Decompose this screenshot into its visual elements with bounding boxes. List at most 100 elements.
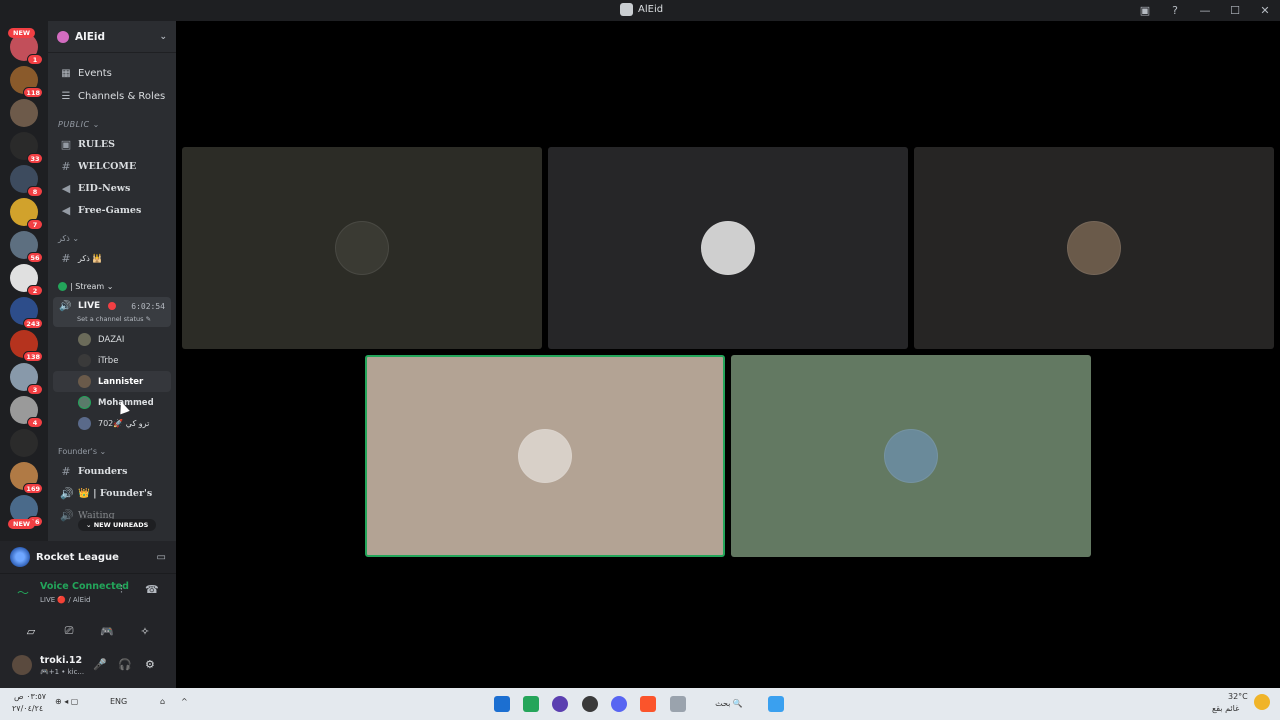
settings-gear-icon[interactable]: ⚙ bbox=[145, 658, 155, 671]
weather-desc[interactable]: غائم بقع bbox=[1212, 704, 1239, 713]
network-icon[interactable]: ⌂ bbox=[160, 697, 165, 706]
voice-member-active[interactable]: Lannister bbox=[53, 371, 171, 392]
language-indicator[interactable]: ENG bbox=[110, 697, 127, 706]
server-icon[interactable]: 33 bbox=[10, 132, 43, 164]
voice-status[interactable]: Voice Connected bbox=[40, 581, 129, 592]
category-stream-label: | Stream ⌄ bbox=[70, 281, 114, 291]
steam-icon[interactable] bbox=[582, 696, 598, 712]
signal-icon[interactable]: 〜 bbox=[17, 584, 29, 601]
avatar bbox=[1067, 221, 1121, 275]
server-icon[interactable]: 243 bbox=[10, 297, 43, 329]
avatar bbox=[701, 221, 755, 275]
activity-row[interactable]: Rocket League ▭ bbox=[0, 541, 176, 574]
weather-temp[interactable]: 32°C bbox=[1228, 692, 1248, 701]
voice-channel-info[interactable]: LIVE 🔴 / AlEid bbox=[40, 596, 90, 604]
voice-channel-live[interactable]: 🔊 LIVE 6:02:54 Set a channel status ✎ bbox=[53, 297, 171, 327]
server-icon[interactable]: 138 bbox=[10, 330, 43, 362]
channel-free-games[interactable]: ◀ Free-Games bbox=[48, 199, 176, 221]
taskbar-search[interactable]: بحث 🔍 bbox=[698, 696, 760, 712]
new-badge-bottom[interactable]: NEW bbox=[8, 519, 36, 529]
nav-channels-roles[interactable]: ☰ Channels & Roles bbox=[48, 85, 176, 107]
live-timer: 6:02:54 bbox=[131, 302, 165, 311]
server-icon[interactable] bbox=[10, 99, 38, 127]
unread-badge: 1 bbox=[27, 54, 43, 65]
voice-connection: 〜 Voice Connected LIVE 🔴 / AlEid ⫶ ☎ bbox=[0, 574, 176, 616]
brave-browser-icon[interactable] bbox=[640, 696, 656, 712]
unread-badge: 4 bbox=[27, 417, 43, 428]
channel-dhikr[interactable]: # ذكر 🕌 bbox=[48, 247, 176, 269]
participant-tile-speaking[interactable] bbox=[365, 355, 725, 557]
participant-tile[interactable] bbox=[182, 147, 542, 349]
server-icon[interactable]: 4 bbox=[10, 396, 43, 428]
task-view-icon[interactable] bbox=[670, 696, 686, 712]
close-button[interactable]: ✕ bbox=[1250, 4, 1280, 17]
participant-tile[interactable] bbox=[731, 355, 1091, 557]
camera-off-icon[interactable]: ▱ bbox=[18, 625, 44, 638]
minimize-button[interactable]: — bbox=[1190, 4, 1220, 17]
server-icon[interactable]: 56 bbox=[10, 231, 43, 263]
channel-founders[interactable]: # Founders bbox=[48, 460, 176, 482]
share-screen-icon[interactable]: ⎚ bbox=[56, 624, 82, 638]
category-founders[interactable]: Founder's ⌄ bbox=[48, 442, 176, 460]
nav-events[interactable]: ▦ Events bbox=[48, 62, 176, 84]
server-icon[interactable] bbox=[10, 429, 38, 457]
voice-member[interactable]: iTrbe bbox=[48, 350, 176, 371]
app-icon[interactable] bbox=[552, 696, 568, 712]
channel-rules[interactable]: ▣ RULES bbox=[48, 133, 176, 155]
rocket-league-icon bbox=[10, 547, 30, 567]
server-icon[interactable]: 3 bbox=[10, 363, 43, 395]
file-explorer-icon[interactable] bbox=[494, 696, 510, 712]
new-badge-top[interactable]: NEW bbox=[8, 28, 36, 38]
microphone-icon[interactable]: 🎤 bbox=[93, 658, 107, 671]
unread-badge: 7 bbox=[27, 219, 43, 230]
category-public[interactable]: PUBLIC ⌄ bbox=[48, 115, 176, 133]
participant-tile[interactable] bbox=[914, 147, 1274, 349]
activity-icon[interactable]: 🎮 bbox=[94, 625, 120, 638]
channel-eid-news[interactable]: ◀ EID-News bbox=[48, 177, 176, 199]
category-stream[interactable]: | Stream ⌄ bbox=[48, 277, 176, 295]
headphones-icon[interactable]: 🎧 bbox=[118, 658, 132, 671]
weather-icon[interactable] bbox=[1254, 694, 1270, 710]
member-name: DAZAI bbox=[98, 334, 125, 345]
guild-header[interactable]: AlEid ⌄ bbox=[48, 21, 176, 53]
voice-member[interactable]: ترو كي 🚀702 bbox=[48, 413, 176, 434]
maximize-button[interactable]: ☐ bbox=[1220, 4, 1250, 17]
noise-suppression-icon[interactable]: ⫶ bbox=[120, 583, 123, 597]
new-unreads-pill[interactable]: ⌄ NEW UNREADS bbox=[78, 519, 157, 531]
taskbar: ٠٣:٥٧ ص ٢٧/٠٤/٢٤ ⊕ ◂ ▢ ENG ⌂ ^ بحث 🔍 32°… bbox=[0, 688, 1280, 720]
avatar[interactable] bbox=[12, 655, 32, 675]
avatar bbox=[518, 429, 572, 483]
server-icon[interactable]: 8 bbox=[10, 165, 43, 197]
clock-time[interactable]: ٠٣:٥٧ ص bbox=[14, 692, 46, 701]
system-tray-icons[interactable]: ⊕ ◂ ▢ bbox=[55, 697, 78, 706]
soundboard-icon[interactable]: ✧ bbox=[132, 625, 158, 638]
server-icon[interactable]: 7 bbox=[10, 198, 43, 230]
channel-welcome[interactable]: # WELCOME bbox=[48, 155, 176, 177]
nav-events-label: Events bbox=[78, 67, 112, 79]
user-panel: Rocket League ▭ 〜 Voice Connected LIVE 🔴… bbox=[0, 541, 176, 688]
inbox-icon[interactable]: ▣ bbox=[1130, 4, 1160, 17]
participant-tile[interactable] bbox=[548, 147, 908, 349]
channel-status-prompt[interactable]: Set a channel status ✎ bbox=[77, 315, 151, 323]
server-icon[interactable]: 2 bbox=[10, 264, 43, 296]
start-button[interactable] bbox=[768, 696, 784, 712]
avatar bbox=[78, 375, 91, 388]
server-rail: 1 118 33 8 7 56 2 243 138 3 4 169 16 bbox=[0, 21, 48, 541]
server-icon[interactable]: 169 bbox=[10, 462, 43, 494]
disconnect-icon[interactable]: ☎ bbox=[145, 583, 159, 596]
server-icon[interactable]: 118 bbox=[10, 66, 43, 98]
voice-member[interactable]: Mohammed bbox=[48, 392, 176, 413]
channel-founders-voice[interactable]: 🔊 👑 | Founder's bbox=[48, 482, 176, 504]
screen-share-icon[interactable]: ▭ bbox=[157, 552, 166, 563]
help-icon[interactable]: ? bbox=[1160, 4, 1190, 17]
activity-name: Rocket League bbox=[36, 551, 119, 563]
discord-icon[interactable] bbox=[611, 696, 627, 712]
channels-roles-icon: ☰ bbox=[61, 90, 71, 102]
voice-member[interactable]: DAZAI bbox=[48, 329, 176, 350]
username[interactable]: troki.12 bbox=[40, 655, 82, 666]
app-icon[interactable] bbox=[523, 696, 539, 712]
video-stage bbox=[176, 21, 1280, 688]
tray-overflow-icon[interactable]: ^ bbox=[181, 697, 188, 706]
clock-date[interactable]: ٢٧/٠٤/٢٤ bbox=[12, 704, 43, 713]
category-dhikr[interactable]: ذكر ⌄ bbox=[48, 229, 176, 247]
